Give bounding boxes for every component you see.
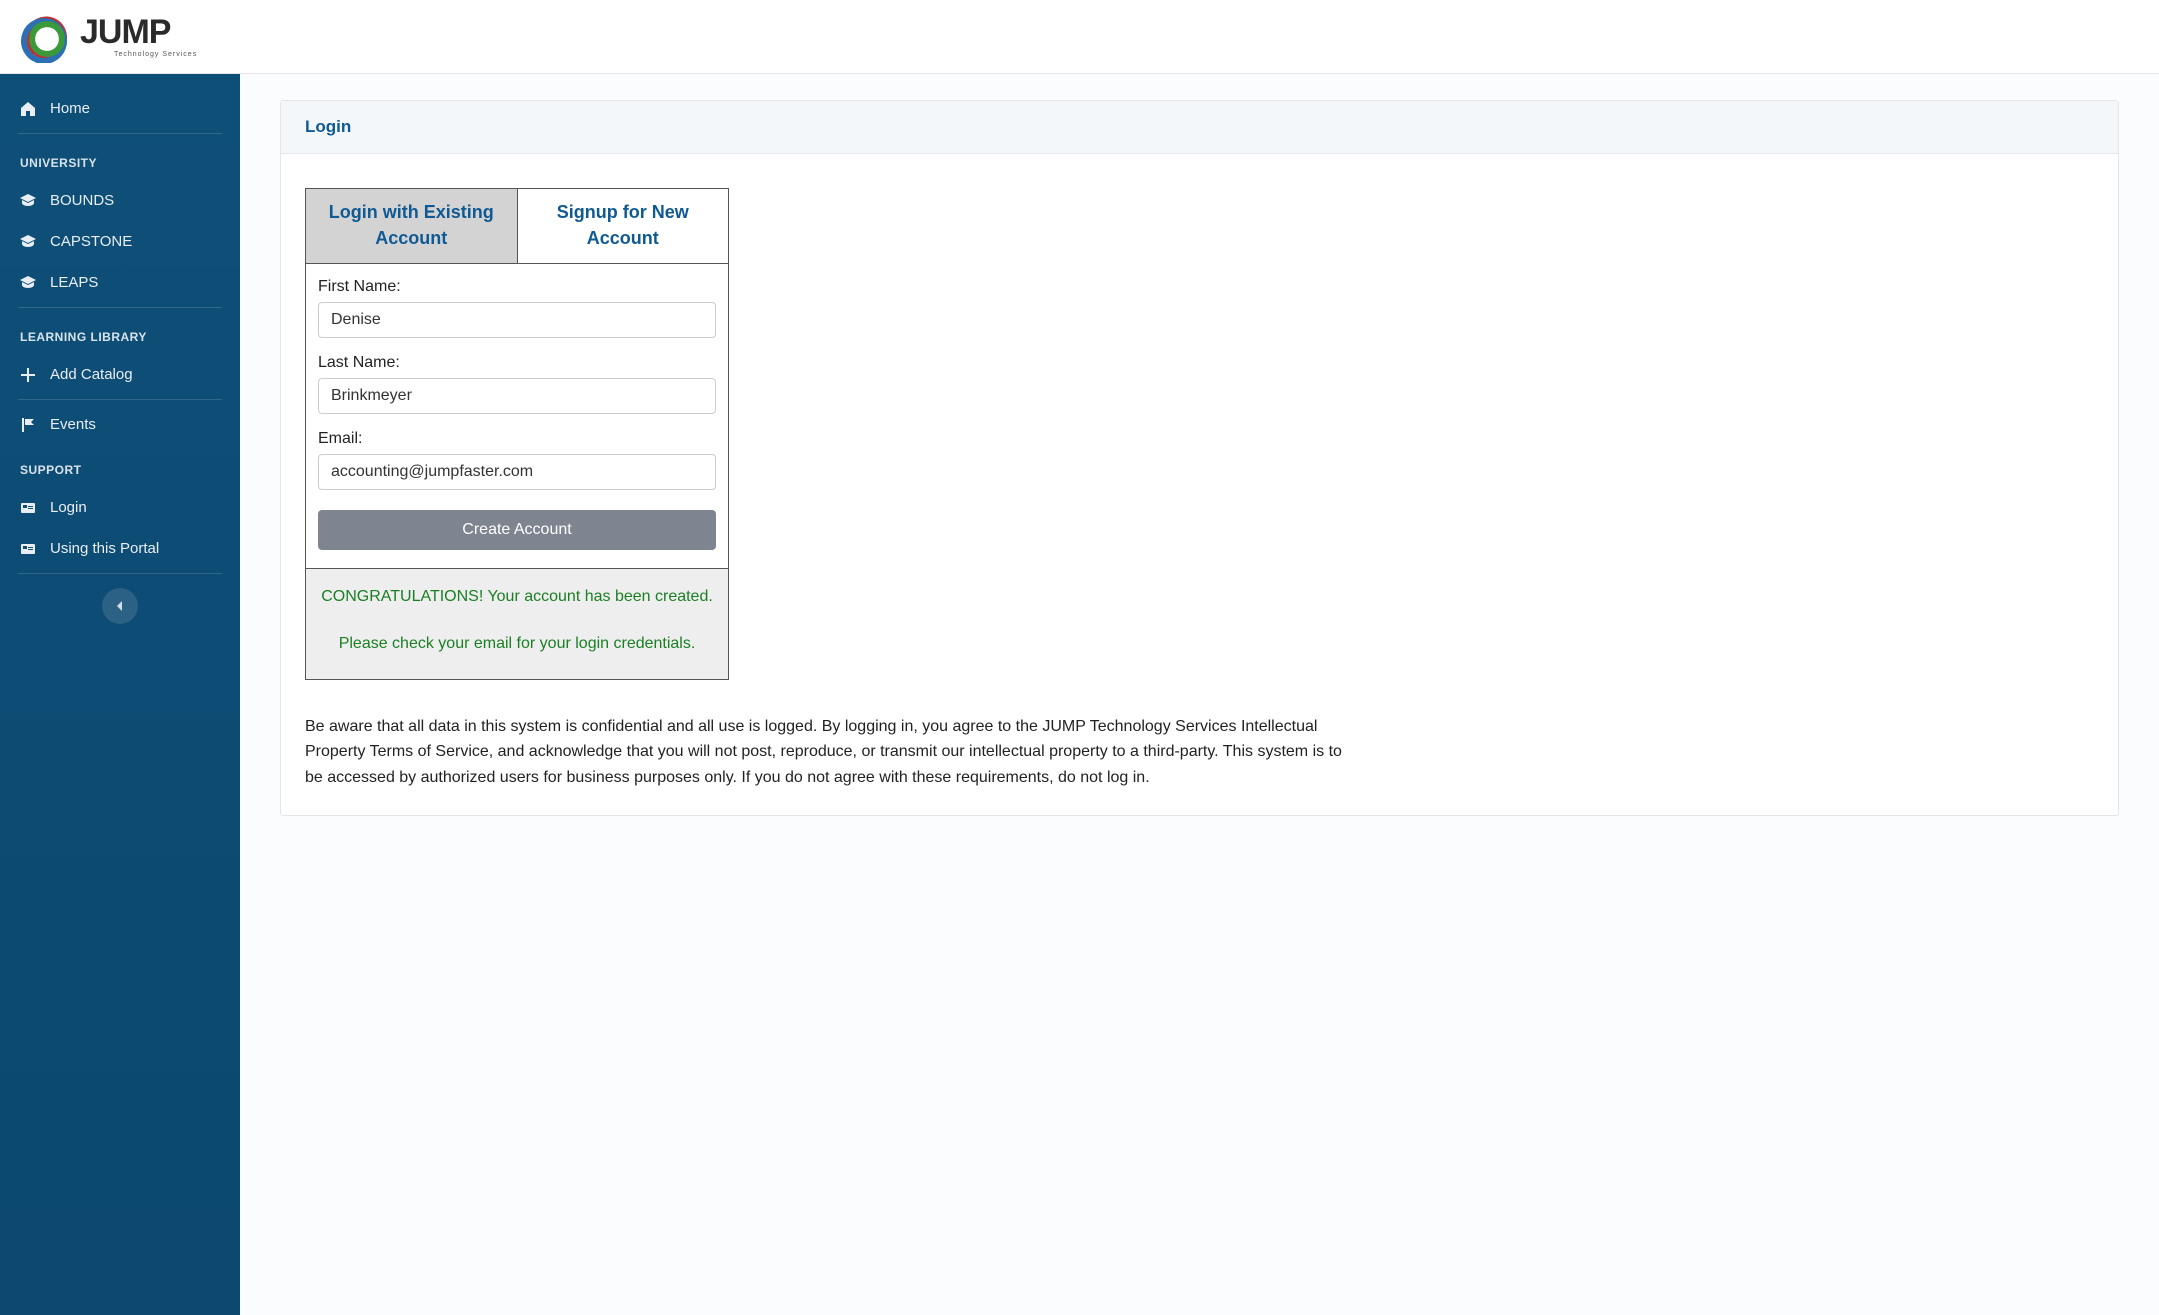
sidebar-item-label: Add Catalog [50, 366, 133, 383]
disclaimer-text: Be aware that all data in this system is… [305, 714, 1345, 791]
sidebar-item-label: Using this Portal [50, 540, 159, 557]
brand-name: JUMP [80, 15, 197, 49]
email-input[interactable] [318, 454, 716, 490]
graduation-cap-icon [20, 193, 36, 209]
sidebar-item-label: Events [50, 416, 96, 433]
first-name-input[interactable] [318, 302, 716, 338]
top-header: JUMP Technology Services [0, 0, 2159, 74]
chevron-left-icon [114, 600, 126, 612]
graduation-cap-icon [20, 275, 36, 291]
success-message: CONGRATULATIONS! Your account has been c… [306, 569, 728, 679]
sidebar-item-events[interactable]: Events [0, 404, 240, 445]
sidebar-heading-support: SUPPORT [0, 445, 240, 487]
brand-tagline: Technology Services [114, 51, 197, 58]
main-content: Login Login with Existing Account Signup… [240, 74, 2159, 1315]
sidebar-item-leaps[interactable]: LEAPS [0, 262, 240, 303]
tab-row: Login with Existing Account Signup for N… [306, 189, 728, 264]
sidebar-item-home[interactable]: Home [0, 88, 240, 129]
sidebar-heading-learning-library: LEARNING LIBRARY [0, 312, 240, 354]
tab-login-existing[interactable]: Login with Existing Account [306, 189, 518, 264]
tab-signup-new[interactable]: Signup for New Account [518, 189, 729, 264]
sidebar-collapse-button[interactable] [102, 588, 138, 624]
sidebar-item-using-portal[interactable]: Using this Portal [0, 528, 240, 569]
sidebar-divider [18, 307, 222, 308]
id-card-icon [20, 500, 36, 516]
page-title: Login [305, 117, 351, 136]
success-line-2: Please check your email for your login c… [320, 632, 714, 657]
home-icon [20, 101, 36, 117]
last-name-label: Last Name: [318, 354, 716, 372]
card-header: Login [281, 101, 2118, 154]
sidebar-item-label: LEAPS [50, 274, 98, 291]
create-account-button[interactable]: Create Account [318, 510, 716, 550]
sidebar: Home UNIVERSITY BOUNDS CAPSTONE LEAPS LE… [0, 74, 240, 1315]
graduation-cap-icon [20, 234, 36, 250]
sidebar-item-bounds[interactable]: BOUNDS [0, 180, 240, 221]
sidebar-item-label: BOUNDS [50, 192, 114, 209]
logo-rings-icon [18, 11, 78, 63]
plus-icon [20, 367, 36, 383]
sidebar-item-label: Home [50, 100, 90, 117]
sidebar-divider [18, 573, 222, 574]
success-line-1: CONGRATULATIONS! Your account has been c… [320, 585, 714, 610]
logo-text-block: JUMP Technology Services [80, 15, 197, 58]
sidebar-divider [18, 399, 222, 400]
signup-form: First Name: Last Name: Email: Create Acc… [306, 264, 728, 569]
email-label: Email: [318, 430, 716, 448]
form-group-email: Email: [318, 430, 716, 490]
login-card: Login Login with Existing Account Signup… [280, 100, 2119, 816]
last-name-input[interactable] [318, 378, 716, 414]
sidebar-divider [18, 133, 222, 134]
sidebar-item-label: Login [50, 499, 87, 516]
sidebar-item-capstone[interactable]: CAPSTONE [0, 221, 240, 262]
sidebar-heading-university: UNIVERSITY [0, 138, 240, 180]
login-box: Login with Existing Account Signup for N… [305, 188, 729, 680]
id-card-icon [20, 541, 36, 557]
sidebar-item-login[interactable]: Login [0, 487, 240, 528]
sidebar-item-add-catalog[interactable]: Add Catalog [0, 354, 240, 395]
form-group-last-name: Last Name: [318, 354, 716, 414]
form-group-first-name: First Name: [318, 278, 716, 338]
card-body: Login with Existing Account Signup for N… [281, 154, 2118, 815]
flag-icon [20, 417, 36, 433]
first-name-label: First Name: [318, 278, 716, 296]
sidebar-item-label: CAPSTONE [50, 233, 132, 250]
brand-logo[interactable]: JUMP Technology Services [18, 11, 197, 63]
